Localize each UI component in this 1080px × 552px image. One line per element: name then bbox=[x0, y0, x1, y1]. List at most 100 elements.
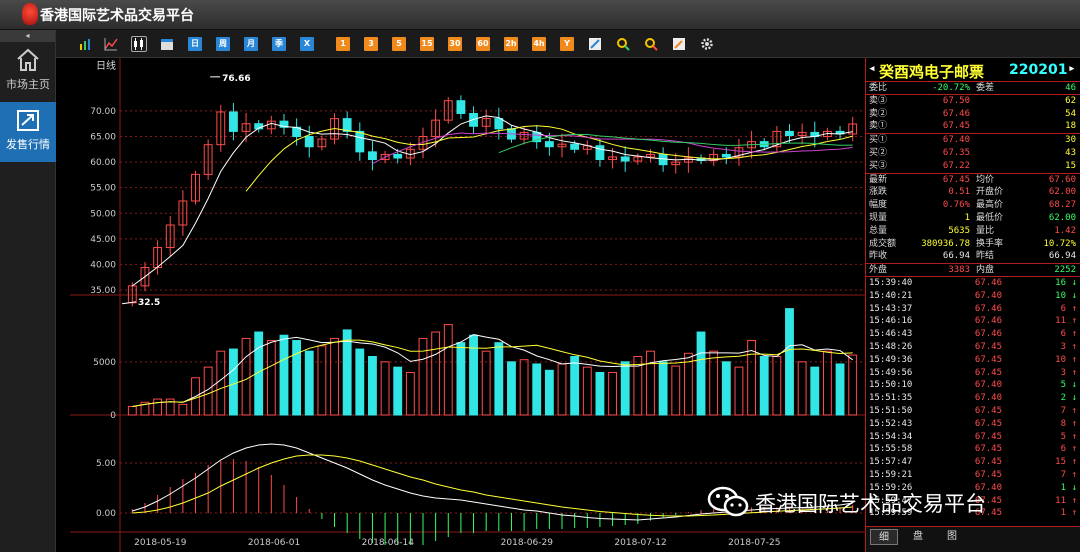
arrow-up-icon: ↑ bbox=[1071, 418, 1077, 429]
stat-value: 5635 bbox=[948, 225, 970, 236]
ask-label: 卖③ bbox=[869, 95, 888, 106]
period-60min-button[interactable]: 60 bbox=[476, 37, 490, 51]
volume-bar bbox=[785, 308, 794, 416]
candle-body bbox=[393, 153, 403, 159]
volume-bar bbox=[532, 363, 542, 416]
tick-volume: 11 bbox=[1055, 316, 1066, 327]
tick-time: 15:54:34 bbox=[869, 431, 913, 442]
tab-detail[interactable]: 细 bbox=[870, 529, 898, 545]
tick-time: 15:51:50 bbox=[869, 405, 913, 416]
stat-value: 380936.78 bbox=[921, 238, 970, 249]
tick-price: 67.46 bbox=[974, 277, 1002, 288]
stat-label: 成交额 bbox=[869, 238, 897, 249]
volume-bar bbox=[658, 361, 668, 416]
tick-volume: 8 bbox=[1060, 418, 1066, 429]
tab-chart[interactable]: 图 bbox=[938, 529, 966, 545]
tick-row: 15:52:43 67.45 8 ↑ bbox=[866, 418, 1080, 431]
ask-volume: 18 bbox=[1065, 121, 1076, 132]
period-year-button[interactable]: Y bbox=[560, 37, 574, 51]
period-30min-button[interactable]: 30 bbox=[448, 37, 462, 51]
stat-value: 10.72% bbox=[1043, 238, 1076, 249]
arrow-up-icon: ↑ bbox=[1071, 329, 1077, 340]
draw-tool-icon[interactable] bbox=[588, 37, 602, 51]
quote-header: ◂ 癸酉鸡电子邮票 220201 ▸ bbox=[866, 58, 1080, 82]
nav-item-issue-quotes[interactable]: 发售行情 bbox=[0, 102, 56, 162]
kline-chart[interactable]: 70.00 65.00 60.00 55.00 50.00 45.00 40.00 35.00… bbox=[70, 58, 865, 552]
stat-label: 昨结 bbox=[976, 251, 995, 262]
tick-volume: 16 bbox=[1055, 277, 1066, 288]
arrow-down-icon: ↓ bbox=[1071, 277, 1077, 288]
candle-body bbox=[304, 136, 314, 148]
left-nav: ◂ 市场主页 发售行情 bbox=[0, 30, 56, 552]
tab-book[interactable]: 盘 bbox=[904, 529, 932, 545]
period-month-button[interactable]: 月 bbox=[244, 37, 258, 51]
stat-value: 66.94 bbox=[1048, 251, 1076, 262]
price-tick-label: 40.00 bbox=[90, 260, 116, 270]
stat-row: 昨收 66.94 昨结 66.94 bbox=[866, 250, 1080, 263]
ask-row: 卖② 67.46 54 bbox=[866, 108, 1080, 121]
volume-bar bbox=[797, 361, 807, 416]
arrow-up-icon: ↑ bbox=[1071, 469, 1077, 480]
bar-chart-icon[interactable] bbox=[78, 37, 92, 51]
tick-volume: 7 bbox=[1060, 469, 1066, 480]
period-5min-button[interactable]: 5 bbox=[392, 37, 406, 51]
date-tick-label: 2018-06-29 bbox=[501, 538, 554, 548]
tick-time: 15:46:43 bbox=[869, 329, 913, 340]
candle-body bbox=[544, 141, 554, 148]
label: 内盘 bbox=[976, 265, 995, 276]
tick-list[interactable]: 15:39:40 67.46 16 ↓ 15:40:21 67.40 10 ↓ 15:43:37… bbox=[866, 277, 1080, 520]
tick-time: 15:50:10 bbox=[869, 380, 913, 391]
bid-label: 买② bbox=[869, 147, 888, 158]
high-price-label: 76.66 bbox=[222, 74, 250, 84]
settings-gear-icon[interactable] bbox=[700, 37, 714, 51]
low-price-label: 32.5 bbox=[138, 298, 160, 308]
chart-title: 日线 bbox=[96, 59, 116, 72]
period-1min-button[interactable]: 1 bbox=[336, 37, 350, 51]
candle-body bbox=[456, 100, 466, 114]
zoom-in-icon[interactable] bbox=[616, 37, 630, 51]
price-tick-label: 70.00 bbox=[90, 107, 116, 117]
ma5-line bbox=[132, 115, 853, 287]
zoom-out-icon[interactable] bbox=[644, 37, 658, 51]
tick-volume: 3 bbox=[1060, 341, 1066, 352]
candle-body bbox=[620, 156, 630, 162]
arrow-up-icon: ↑ bbox=[1071, 444, 1077, 455]
price-tick-label: 35.00 bbox=[90, 286, 116, 296]
tick-row: 15:49:36 67.45 10 ↑ bbox=[866, 354, 1080, 367]
outer-volume-value: 3383 bbox=[948, 265, 970, 276]
period-week-button[interactable]: 周 bbox=[216, 37, 230, 51]
nav-item-market-home[interactable]: 市场主页 bbox=[0, 42, 56, 102]
price-tick-label: 50.00 bbox=[90, 209, 116, 219]
period-15min-button[interactable]: 15 bbox=[420, 37, 434, 51]
tick-volume: 1 bbox=[1060, 508, 1066, 519]
arrow-up-icon: ↑ bbox=[1071, 367, 1077, 378]
next-arrow-icon[interactable]: ▸ bbox=[1068, 61, 1076, 76]
period-x-button[interactable]: X bbox=[300, 37, 314, 51]
candlestick-icon[interactable] bbox=[131, 36, 147, 52]
period-day-button[interactable]: 日 bbox=[188, 37, 202, 51]
line-chart-icon[interactable] bbox=[104, 37, 118, 51]
tick-time: 15:49:56 bbox=[869, 367, 913, 378]
period-2h-button[interactable]: 2h bbox=[504, 37, 518, 51]
period-3min-button[interactable]: 3 bbox=[364, 37, 378, 51]
tick-volume: 6 bbox=[1060, 303, 1066, 314]
watermark-text: 香港国际艺术品交易平台 bbox=[755, 492, 986, 516]
prev-arrow-icon[interactable]: ◂ bbox=[868, 61, 876, 76]
volume-bar bbox=[342, 329, 352, 416]
volume-bar bbox=[481, 350, 491, 416]
tick-row: 15:50:10 67.40 5 ↓ bbox=[866, 379, 1080, 392]
volume-tick-label: 0 bbox=[110, 411, 116, 421]
volume-bar bbox=[405, 371, 415, 416]
period-4h-button[interactable]: 4h bbox=[532, 37, 546, 51]
tick-row: 15:40:21 67.40 10 ↓ bbox=[866, 290, 1080, 303]
arrow-up-icon: ↑ bbox=[1071, 405, 1077, 416]
bid-volume: 15 bbox=[1065, 160, 1076, 171]
period-quarter-button[interactable]: 季 bbox=[272, 37, 286, 51]
calendar-icon[interactable] bbox=[160, 37, 174, 51]
pencil-icon[interactable] bbox=[672, 37, 686, 51]
collapse-nav-button[interactable]: ◂ bbox=[0, 30, 55, 42]
stat-row: 涨跌 0.51 开盘价 62.00 bbox=[866, 186, 1080, 199]
arrow-down-icon: ↓ bbox=[1071, 393, 1077, 404]
tick-row: 15:59:21 67.45 7 ↑ bbox=[866, 469, 1080, 482]
tick-row: 15:51:35 67.40 2 ↓ bbox=[866, 392, 1080, 405]
